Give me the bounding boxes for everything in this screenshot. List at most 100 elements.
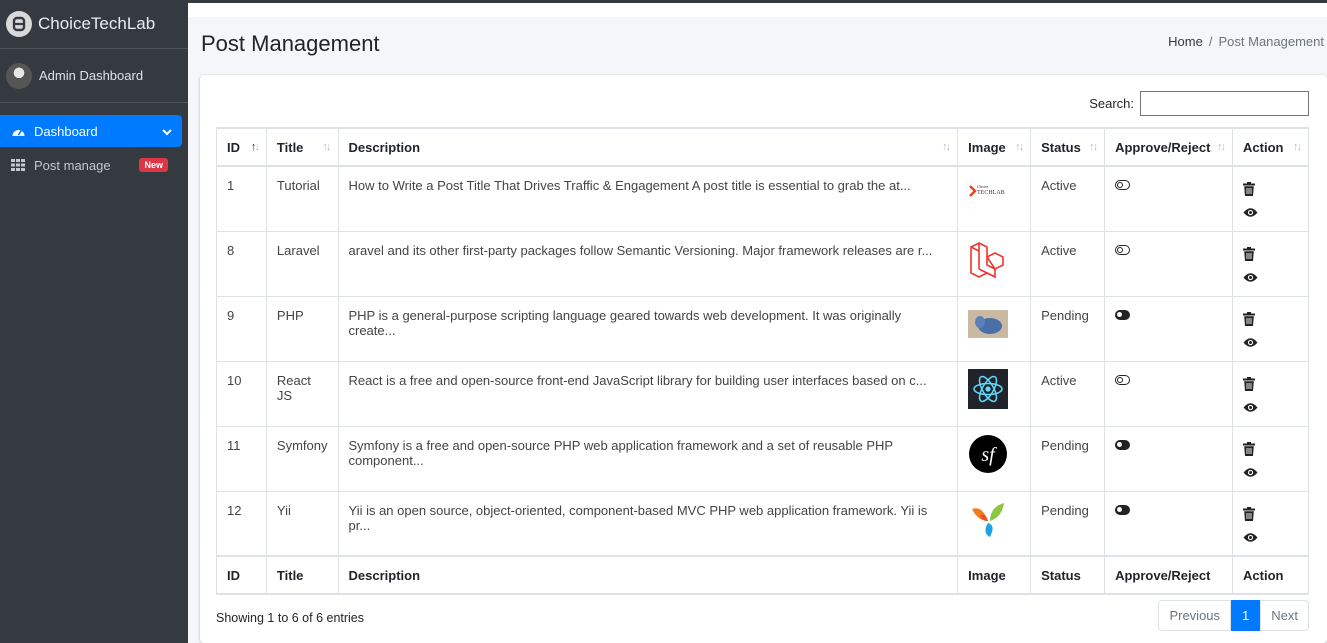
cell-approve-reject xyxy=(1104,230,1234,297)
sidebar-nav: Dashboard Post manage New xyxy=(0,103,188,181)
approve-toggle-icon[interactable] xyxy=(1115,244,1131,255)
sort-icon: ↑↓ xyxy=(942,141,951,153)
sidebar-item-label: Dashboard xyxy=(34,123,98,139)
posts-card: Search: ID ↑↓ Title ↑↓ Description ↑↓ Image… xyxy=(200,75,1327,643)
sidebar-item-post-manage[interactable]: Post manage New xyxy=(0,149,182,181)
cell-id: 12 xyxy=(216,490,267,557)
yii-logo xyxy=(968,499,1020,539)
column-header-description[interactable]: Description ↑↓ xyxy=(337,127,959,167)
laravel-logo xyxy=(968,239,1020,279)
cell-action xyxy=(1232,165,1309,232)
cell-status: Active xyxy=(1030,230,1106,297)
approve-toggle-icon[interactable] xyxy=(1115,504,1131,515)
trash-icon[interactable] xyxy=(1243,182,1257,196)
cell-image: Choice TECHLAB xyxy=(957,165,1032,232)
cell-status: Pending xyxy=(1030,425,1106,492)
trash-icon[interactable] xyxy=(1243,246,1257,261)
cell-image xyxy=(957,230,1032,297)
approve-toggle-icon[interactable] xyxy=(1115,439,1131,450)
cell-title: Yii xyxy=(265,490,339,557)
search-input[interactable] xyxy=(1140,91,1309,116)
previous-button[interactable]: Previous xyxy=(1158,600,1232,631)
cell-image: sf xyxy=(957,425,1032,492)
approve-toggle-icon[interactable] xyxy=(1115,374,1131,385)
trash-icon[interactable] xyxy=(1243,311,1257,326)
footer-description: Description xyxy=(337,555,959,595)
sort-icon: ↑↓ xyxy=(1293,141,1302,153)
column-header-image[interactable]: Image ↑↓ xyxy=(957,127,1032,167)
sort-icon: ↑↓ xyxy=(1217,141,1226,153)
svg-text:Choice: Choice xyxy=(977,184,989,189)
footer-approve-reject: Approve/Reject xyxy=(1104,555,1234,595)
navbar xyxy=(188,3,1327,17)
posts-table: ID ↑↓ Title ↑↓ Description ↑↓ Image ↑↓ Statu… xyxy=(216,127,1309,595)
cell-description: Symfony is a free and open-source PHP we… xyxy=(337,425,959,492)
grid-icon xyxy=(10,159,26,171)
chevron-down-icon xyxy=(162,124,172,139)
tachometer-icon xyxy=(10,125,26,138)
trash-icon[interactable] xyxy=(1243,441,1257,456)
cell-image xyxy=(957,360,1032,427)
eye-icon[interactable] xyxy=(1243,271,1258,285)
brand-text: ChoiceTechLab xyxy=(38,14,156,33)
cell-action xyxy=(1232,425,1309,492)
eye-icon[interactable] xyxy=(1243,466,1258,480)
cell-title: Tutorial xyxy=(265,165,339,232)
column-header-approve-reject[interactable]: Approve/Reject ↑↓ xyxy=(1104,127,1234,167)
footer-action: Action xyxy=(1232,555,1309,595)
cell-status: Pending xyxy=(1030,295,1106,362)
sort-icon: ↑↓ xyxy=(1015,141,1024,153)
cell-status: Active xyxy=(1030,165,1106,232)
table-header-row: ID ↑↓ Title ↑↓ Description ↑↓ Image ↑↓ Statu… xyxy=(216,127,1309,167)
cell-approve-reject xyxy=(1104,490,1234,557)
column-header-id[interactable]: ID ↑↓ xyxy=(216,127,267,167)
user-panel[interactable]: Admin Dashboard xyxy=(0,49,188,103)
column-header-title[interactable]: Title ↑↓ xyxy=(265,127,339,167)
approve-toggle-icon[interactable] xyxy=(1115,309,1131,320)
eye-icon[interactable] xyxy=(1243,401,1258,415)
cell-description: How to Write a Post Title That Drives Tr… xyxy=(337,165,959,232)
page-title: Post Management xyxy=(201,31,380,56)
svg-text:TECHLAB: TECHLAB xyxy=(977,190,1005,196)
sidebar-item-dashboard[interactable]: Dashboard xyxy=(0,115,182,147)
eye-icon[interactable] xyxy=(1243,336,1258,350)
cell-approve-reject xyxy=(1104,360,1234,427)
cell-id: 9 xyxy=(216,295,267,362)
brand-link[interactable]: ChoiceTechLab xyxy=(0,0,188,49)
cell-status: Active xyxy=(1030,360,1106,427)
sort-asc-icon: ↑↓ xyxy=(250,141,260,153)
breadcrumb-current: Post Management xyxy=(1218,34,1324,49)
breadcrumb: Home / Post Management xyxy=(1168,34,1324,49)
trash-icon[interactable] xyxy=(1243,376,1257,391)
cell-title: Symfony xyxy=(265,425,339,492)
trash-icon[interactable] xyxy=(1243,506,1257,521)
cell-status: Pending xyxy=(1030,490,1106,557)
footer-image: Image xyxy=(957,555,1032,595)
table-info: Showing 1 to 6 of 6 entries xyxy=(216,611,365,625)
cell-title: PHP xyxy=(265,295,339,362)
column-header-status[interactable]: Status ↑↓ xyxy=(1030,127,1106,167)
symfony-logo: sf xyxy=(968,434,1020,474)
avatar xyxy=(6,62,32,89)
cell-description: React is a free and open-source front-en… xyxy=(337,360,959,427)
approve-toggle-icon[interactable] xyxy=(1115,180,1131,190)
cell-description: PHP is a general-purpose scripting langu… xyxy=(337,295,959,362)
cell-id: 8 xyxy=(216,230,267,297)
eye-icon[interactable] xyxy=(1243,206,1258,220)
user-name: Admin Dashboard xyxy=(39,68,144,83)
search-label: Search: xyxy=(1089,96,1134,111)
new-badge: New xyxy=(139,158,168,172)
cell-action xyxy=(1232,360,1309,427)
eye-icon[interactable] xyxy=(1243,531,1258,545)
column-header-action[interactable]: Action ↑↓ xyxy=(1232,127,1309,167)
breadcrumb-home[interactable]: Home xyxy=(1168,34,1203,49)
cell-title: React JS xyxy=(265,360,339,427)
cell-approve-reject xyxy=(1104,425,1234,492)
page-1-button[interactable]: 1 xyxy=(1231,600,1261,631)
cell-id: 1 xyxy=(216,165,267,232)
footer-title: Title xyxy=(265,555,339,595)
next-button[interactable]: Next xyxy=(1260,600,1309,631)
pagination: Previous 1 Next xyxy=(1158,600,1309,631)
brand-logo-icon xyxy=(6,11,32,37)
choicetechlab-logo: Choice TECHLAB xyxy=(968,174,1020,214)
